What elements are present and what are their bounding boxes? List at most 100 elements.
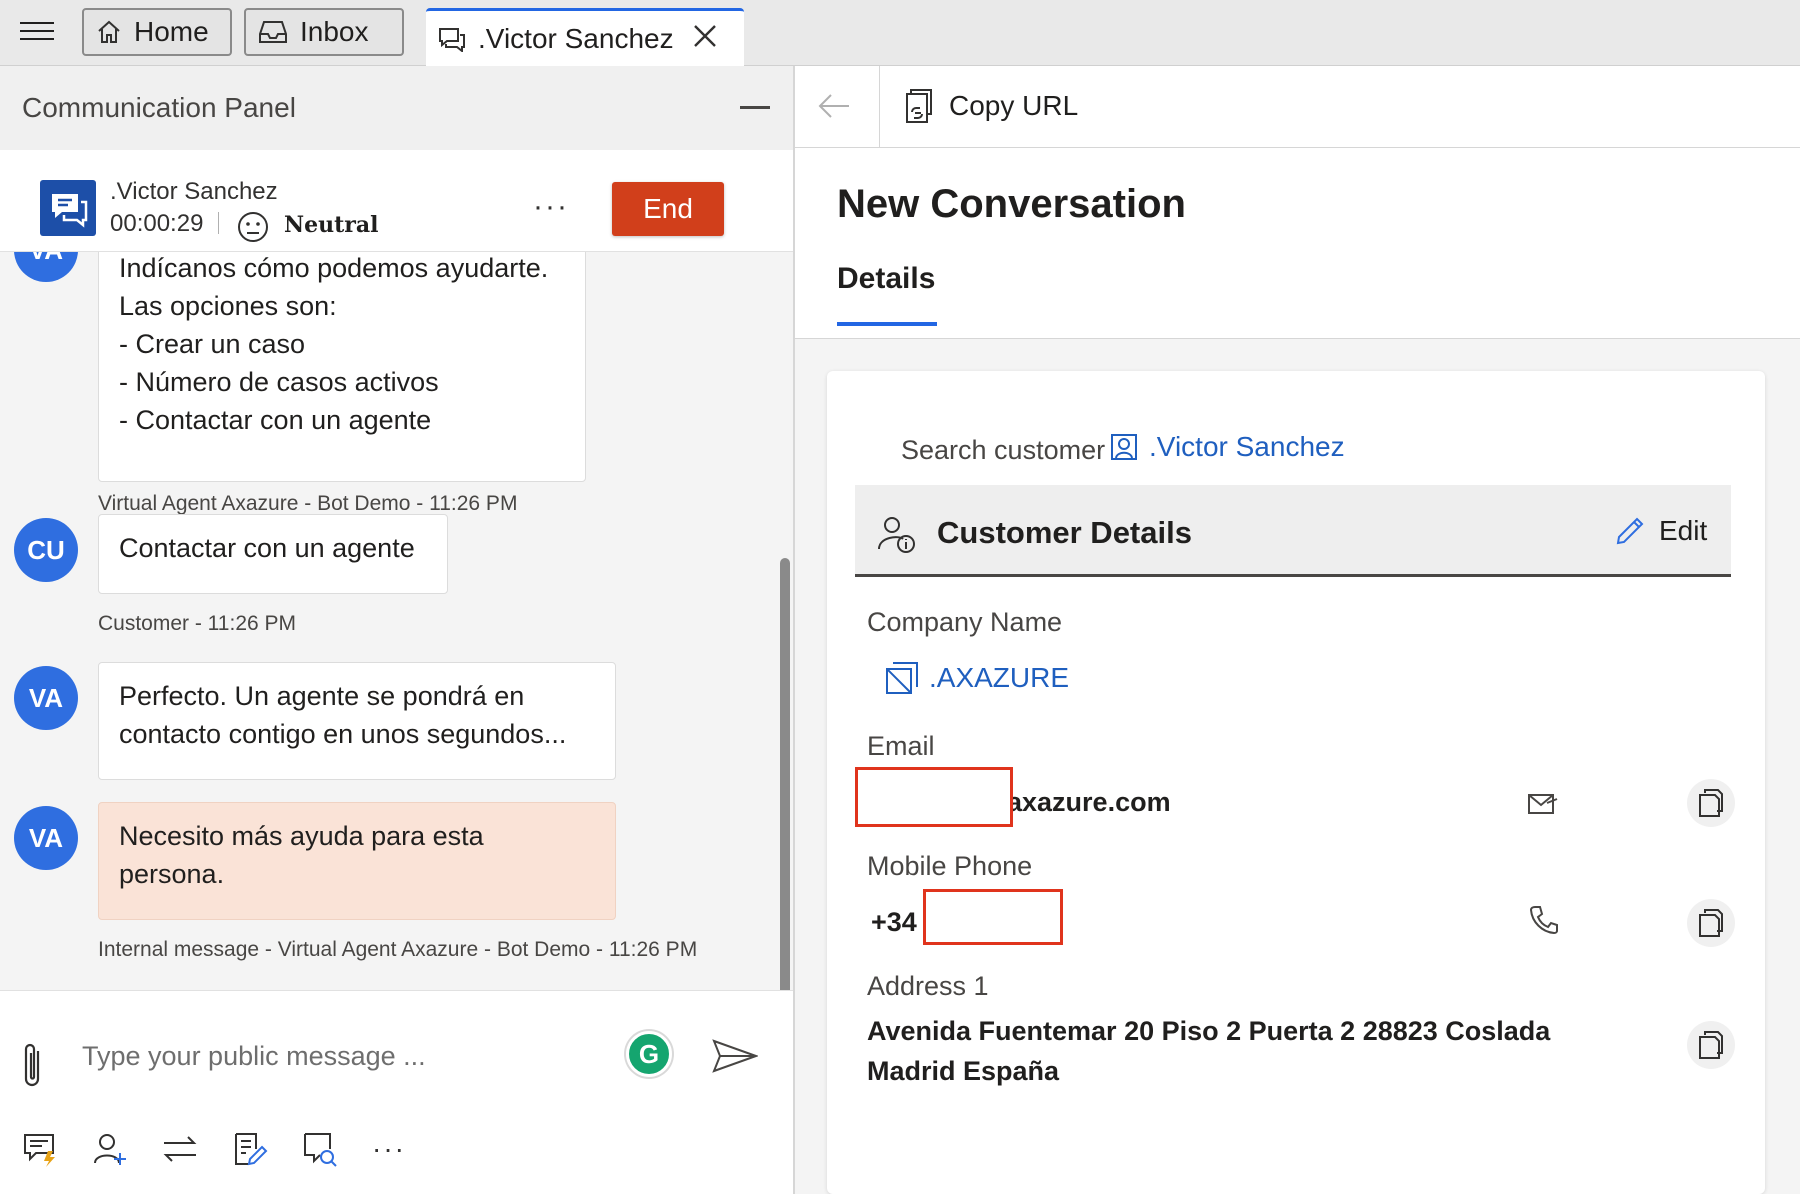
command-bar: Copy URL	[795, 66, 1800, 148]
back-arrow-icon[interactable]	[817, 92, 851, 120]
session-customer-name: .Victor Sanchez	[110, 178, 278, 205]
tab-inbox[interactable]: Inbox	[244, 8, 404, 56]
communication-panel-header: Communication Panel	[0, 66, 793, 150]
record-panel: Copy URL New Conversation Details Search…	[795, 66, 1800, 1194]
message-bubble: Contactar con un agente	[98, 514, 448, 594]
minimize-icon[interactable]	[740, 106, 770, 109]
mobile-phone-label: Mobile Phone	[867, 851, 1033, 881]
address-label: Address 1	[867, 971, 989, 1001]
message-composer: G ···	[0, 990, 793, 1194]
end-button[interactable]: End	[612, 182, 724, 236]
search-customer-label: Search customer	[901, 435, 1106, 465]
avatar: VA	[14, 252, 78, 282]
message-meta: Customer - 11:26 PM	[98, 612, 297, 635]
chat-channel-icon	[40, 180, 96, 236]
consult-icon	[94, 1134, 126, 1165]
message-line: Perfecto. Un agente se pondrá en	[119, 681, 525, 711]
message-line: Las opciones son:	[119, 291, 337, 321]
kb-search-button[interactable]	[302, 1127, 372, 1171]
paperclip-icon[interactable]	[18, 1041, 48, 1091]
knowledge-search-icon	[304, 1133, 337, 1167]
form-title: New Conversation	[837, 182, 1186, 226]
notes-button[interactable]	[232, 1127, 302, 1171]
message-input[interactable]	[82, 1035, 602, 1077]
home-icon	[98, 20, 120, 43]
communication-panel: Communication Panel .Victor Sanchez 00:0…	[0, 66, 795, 1194]
message-line: Indícanos cómo podemos ayudarte.	[119, 253, 549, 283]
email-label: Email	[867, 731, 935, 761]
transfer-icon	[163, 1136, 197, 1162]
tab-conversation-label: .Victor Sanchez	[478, 22, 674, 54]
conversation-icon	[439, 27, 465, 52]
copy-url-icon	[906, 89, 932, 123]
copy-phone-button[interactable]	[1687, 899, 1735, 947]
consult-button[interactable]	[92, 1127, 162, 1171]
customer-lookup-label: .Victor Sanchez	[1149, 431, 1345, 462]
company-value: .AXAZURE	[929, 662, 1070, 693]
copy-url-label: Copy URL	[949, 90, 1079, 121]
customer-details-title: Customer Details	[937, 515, 1192, 550]
neutral-face-icon	[238, 212, 268, 242]
more-actions-icon[interactable]: ···	[372, 1127, 442, 1171]
email-value[interactable]: axazure.com	[1007, 787, 1171, 818]
close-icon[interactable]	[692, 23, 718, 49]
customer-lookup-link[interactable]: .Victor Sanchez	[1109, 431, 1345, 463]
internal-message-bubble: Necesito más ayuda para esta persona.	[98, 802, 616, 920]
send-email-icon[interactable]	[1527, 789, 1559, 817]
tab-details[interactable]: Details	[837, 262, 935, 296]
message-meta: Internal message - Virtual Agent Axazure…	[98, 938, 698, 961]
quick-replies-icon	[24, 1134, 55, 1167]
communication-panel-title: Communication Panel	[22, 92, 296, 123]
session-separator	[218, 212, 219, 234]
redaction-box	[855, 767, 1013, 827]
redaction-box	[923, 889, 1063, 945]
grammarly-icon[interactable]: G	[626, 1031, 672, 1077]
tab-details-underline	[837, 322, 937, 326]
copy-url-button[interactable]: Copy URL	[905, 88, 1078, 124]
more-options-icon[interactable]: ···	[533, 190, 569, 224]
copy-icon	[1699, 789, 1723, 817]
message-bubble: Perfecto. Un agente se pondrá en contact…	[98, 662, 616, 780]
edit-label: Edit	[1659, 515, 1708, 546]
mobile-phone-value[interactable]: +34	[871, 907, 917, 938]
message-line: Contactar con un agente	[119, 533, 415, 563]
account-icon	[886, 662, 918, 694]
message-line: Necesito más ayuda para esta	[119, 821, 484, 851]
avatar: VA	[14, 666, 78, 730]
pencil-icon	[1616, 517, 1644, 545]
details-card: Search customer .Victor Sanchez Customer…	[827, 371, 1765, 1194]
copy-icon	[1699, 909, 1723, 937]
contact-icon	[1111, 434, 1137, 460]
customer-info-icon	[878, 517, 915, 553]
command-bar-separator	[879, 66, 880, 148]
message-line: - Crear un caso	[119, 329, 306, 359]
message-meta: Virtual Agent Axazure - Bot Demo - 11:26…	[98, 492, 518, 515]
notes-icon	[235, 1133, 268, 1166]
avatar: VA	[14, 806, 78, 870]
chat-scrollbar[interactable]	[780, 558, 790, 1052]
phone-icon[interactable]	[1529, 905, 1559, 935]
message-bubble: Indícanos cómo podemos ayudarte. Las opc…	[98, 252, 586, 482]
quick-replies-button[interactable]	[22, 1127, 92, 1171]
tab-home-label: Home	[134, 16, 209, 47]
edit-button[interactable]: Edit	[1615, 515, 1707, 547]
tab-home[interactable]: Home	[82, 8, 232, 56]
customer-details-header: Customer Details Edit	[855, 485, 1731, 577]
sentiment-label: Neutral	[284, 212, 379, 238]
copy-email-button[interactable]	[1687, 779, 1735, 827]
message-line: persona.	[119, 859, 225, 889]
hamburger-menu-icon[interactable]	[20, 17, 54, 47]
avatar: CU	[14, 518, 78, 582]
form-area: Search customer .Victor Sanchez Customer…	[795, 339, 1800, 1194]
message-line: contacto contigo en unos segundos...	[119, 719, 567, 749]
tab-inbox-label: Inbox	[300, 16, 369, 47]
transfer-button[interactable]	[162, 1127, 232, 1171]
company-link[interactable]: .AXAZURE	[885, 661, 1069, 695]
copy-icon	[1699, 1031, 1723, 1059]
copy-address-button[interactable]	[1687, 1021, 1735, 1069]
address-value[interactable]: Avenida Fuentemar 20 Piso 2 Puerta 2 288…	[867, 1011, 1587, 1091]
send-icon[interactable]	[712, 1039, 758, 1073]
chat-transcript: VA Indícanos cómo podemos ayudarte. Las …	[0, 252, 793, 992]
tab-conversation[interactable]: .Victor Sanchez	[426, 8, 744, 66]
message-line: - Número de casos activos	[119, 367, 439, 397]
